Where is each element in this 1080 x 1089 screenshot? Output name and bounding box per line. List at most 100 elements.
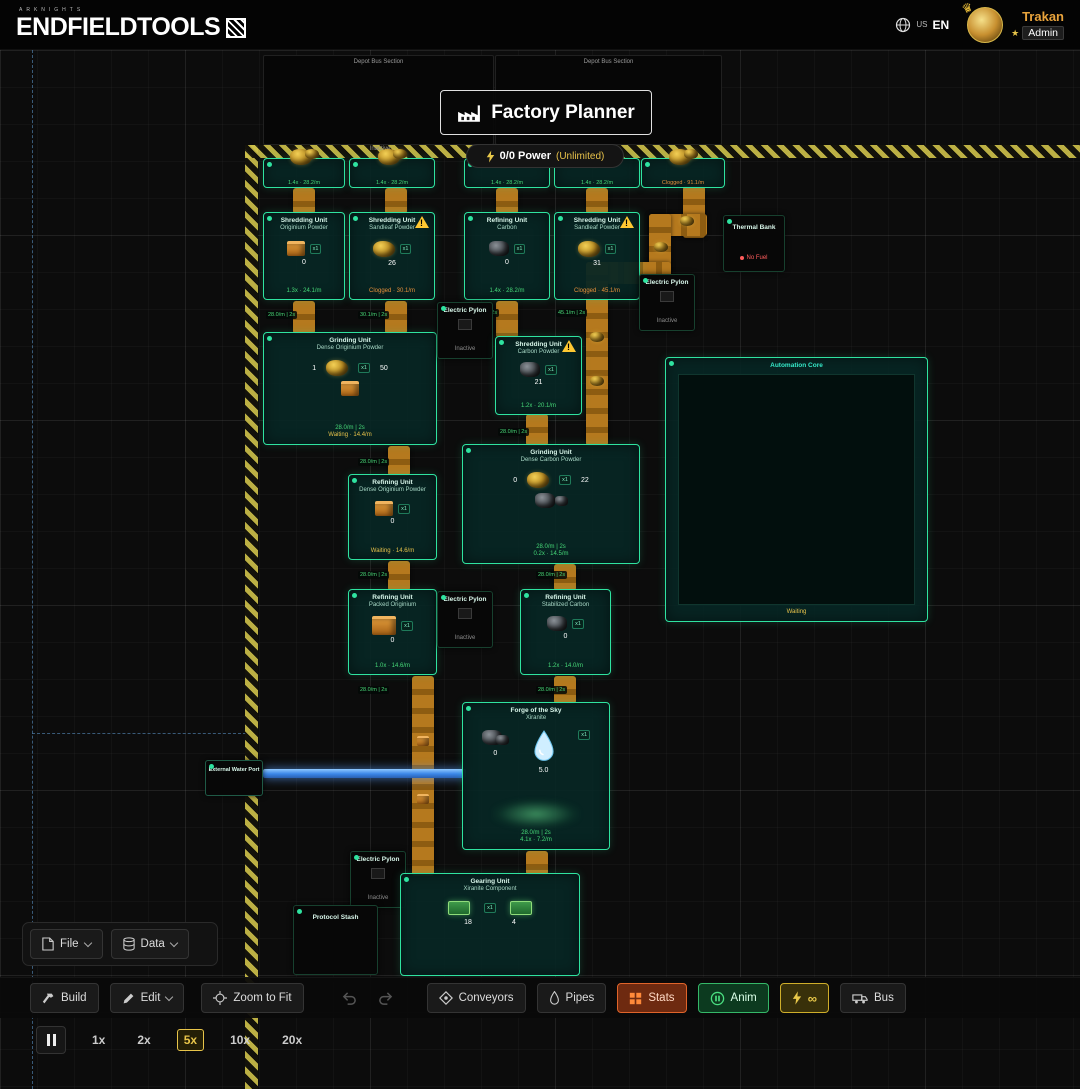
file-menu-button[interactable]: File [30,929,103,959]
conveyor-belt[interactable] [496,301,518,338]
conveyor-belt[interactable] [388,561,410,591]
machine-external-water-port[interactable]: External Water Port [205,760,263,796]
ore-icon [590,332,604,342]
avatar[interactable]: ♛ [967,7,1003,43]
status-dot [558,216,563,221]
machine-shredding-unit[interactable]: Shredding Unit Carbon Powder x1 21 1.2x … [495,336,582,415]
machine-shredding-unit[interactable]: Shredding Unit Sandleaf Powder x1 26 Clo… [349,212,435,300]
fuel-alert-dot [740,256,744,260]
machine-protocol-stash[interactable]: Protocol Stash [293,905,378,975]
machine-automation-core[interactable]: Automation Core Waiting [665,357,928,622]
machine-grinding-unit[interactable]: Grinding Unit Dense Originium Powder 1 x… [263,332,437,445]
page-title: Factory Planner [491,102,635,124]
machine-gearing-unit[interactable]: Gearing Unit Xiranite Component x1 18 4 [400,873,580,976]
machine-refining-unit[interactable]: Refining Unit Carbon x1 0 1.4x · 28.2/m [464,212,550,300]
node-title: Protocol Stash [294,906,377,922]
brand-logo: ARKNIGHTS ENDFIELDTOOLS [16,7,246,42]
node-title: Gearing Unit [401,874,579,886]
pipes-button[interactable]: Pipes [537,983,607,1013]
belt-throughput-label: 28.0/m | 2s [536,571,567,579]
node-title: Refining Unit [465,213,549,225]
coal-icon [489,241,509,256]
status-dot [267,336,272,341]
grid-icon [629,992,642,1005]
status-dot [352,478,357,483]
speed-20x[interactable]: 20x [276,1030,308,1050]
ore-icon [527,472,549,488]
conveyor-belt[interactable] [586,188,608,214]
conveyor-belt[interactable] [526,851,548,875]
node-title: Grinding Unit [264,333,436,345]
speed-1x[interactable]: 1x [86,1030,111,1050]
node-title: Grinding Unit [463,445,639,457]
buffer-count: 18 [464,919,472,926]
data-menu-button[interactable]: Data [111,929,189,959]
zoom-to-fit-button[interactable]: Zoom to Fit [201,983,303,1013]
machine-shredding-unit[interactable]: Shredding Unit Originium Powder x1 0 1.3… [263,212,345,300]
machine-thermal-bank[interactable]: Thermal Bank No Fuel [723,215,785,272]
user-menu[interactable]: ♛ Trakan ★ Admin [967,7,1064,43]
bus-button[interactable]: Bus [840,983,906,1013]
machine-electric-pylon[interactable]: Electric Pylon Inactive [350,851,406,908]
pylon-icon [660,291,674,302]
conveyor-belt[interactable] [388,446,410,476]
language-selector[interactable]: US EN [895,17,949,33]
page-title-card: Factory Planner [440,90,652,135]
coal-icon [535,493,555,508]
status-dot [209,764,214,769]
ore-icon [326,360,348,376]
harvester-rate: 1.4x · 28.2/m [465,180,549,186]
machine-electric-pylon[interactable]: Electric Pylon Inactive [639,274,695,331]
speed-10x[interactable]: 10x [224,1030,256,1050]
stats-toggle-button[interactable]: Stats [617,983,686,1013]
node-subtitle: Dense Originium Powder [349,487,436,494]
language-region: US [916,20,927,29]
build-button[interactable]: Build [30,983,99,1013]
machine-electric-pylon[interactable]: Electric Pylon Inactive [437,302,493,359]
multiplier-badge: x1 [401,621,413,631]
status-dot [468,216,473,221]
droplet-icon [549,991,560,1005]
pause-bar [47,1034,50,1046]
conveyor-belt[interactable] [293,188,315,214]
machine-refining-unit[interactable]: Refining Unit Dense Originium Powder x1 … [348,474,437,560]
belt-throughput-label: 28.0/m | 2s [358,571,389,579]
machine-forge-of-the-sky[interactable]: Forge of the Sky Xiranite 0 5.0 x1 28.0/… [462,702,610,850]
machine-refining-unit[interactable]: Refining Unit Packed Originium x1 0 1.0x… [348,589,437,675]
data-label: Data [141,938,165,950]
harvester-node[interactable]: 1.4x · 28.2/m [349,158,435,188]
pylon-icon [458,608,472,619]
harvester-node[interactable]: 1.4x · 28.2/m [263,158,345,188]
machine-electric-pylon[interactable]: Electric Pylon Inactive [437,591,493,648]
buffer-count: 0 [482,750,509,757]
anim-toggle-button[interactable]: Anim [698,983,769,1013]
belt-throughput-label: 30.1/m | 2s [358,311,389,319]
conveyor-belt[interactable] [385,188,407,214]
ore-icon [373,241,395,257]
harvester-node[interactable]: Clogged · 91.1/m [641,158,725,188]
machine-grinding-unit[interactable]: Grinding Unit Dense Carbon Powder 0 x1 2… [462,444,640,564]
cube-icon [417,736,429,746]
node-title: External Water Port [206,761,262,774]
unlimited-power-toggle[interactable]: ∞ [780,983,829,1013]
node-status: Inactive [438,635,492,643]
redo-button[interactable] [373,991,398,1006]
coal-icon [547,616,567,631]
machine-shredding-unit[interactable]: Shredding Unit Sandleaf Powder x1 31 Clo… [554,212,640,300]
conveyor-belt[interactable] [496,188,518,214]
speed-5x[interactable]: 5x [177,1029,204,1051]
node-status: Inactive [640,318,694,326]
speed-2x[interactable]: 2x [131,1030,156,1050]
node-subtitle: Packed Originium [349,602,436,609]
water-pipe[interactable] [263,769,466,778]
node-subtitle: Stabilized Carbon [521,602,610,609]
top-header: ARKNIGHTS ENDFIELDTOOLS US EN ♛ Trakan ★… [0,0,1080,50]
undo-button[interactable] [337,991,362,1006]
conveyor-belt[interactable] [526,414,548,446]
pause-button[interactable] [36,1026,66,1054]
machine-refining-unit[interactable]: Refining Unit Stabilized Carbon x1 0 1.2… [520,589,611,675]
node-subtitle: Xiranite [463,715,609,722]
edit-button[interactable]: Edit [110,983,185,1013]
conveyors-button[interactable]: Conveyors [427,983,526,1013]
ore-icon [305,149,319,159]
